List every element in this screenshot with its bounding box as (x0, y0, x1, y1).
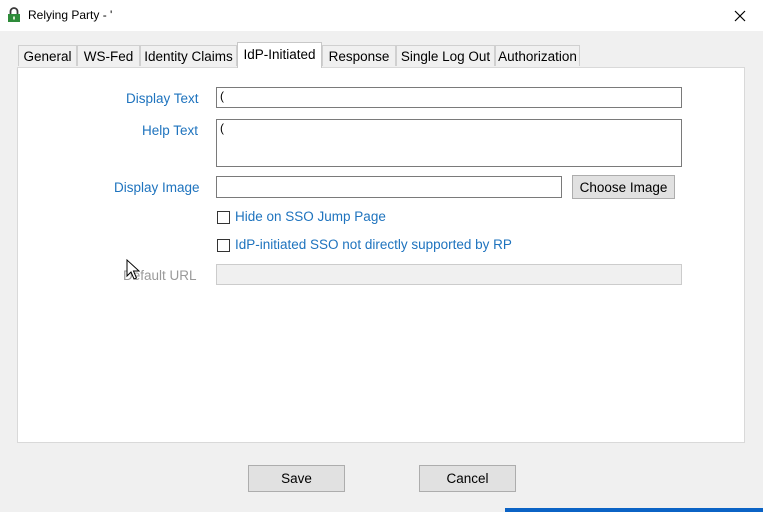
title-bar[interactable]: Relying Party - ' (0, 0, 763, 31)
tab-single-log-out[interactable]: Single Log Out (396, 45, 495, 66)
tab-ws-fed[interactable]: WS-Fed (77, 45, 140, 66)
default-url-input (216, 264, 682, 285)
lock-app-icon (8, 7, 20, 22)
tab-identity-claims[interactable]: Identity Claims (140, 45, 237, 66)
help-text-textarea[interactable]: ( (216, 119, 682, 167)
cancel-button[interactable]: Cancel (419, 465, 516, 492)
close-button[interactable] (717, 0, 763, 31)
display-text-input[interactable]: ( (216, 87, 682, 108)
hide-sso-label[interactable]: Hide on SSO Jump Page (235, 209, 386, 224)
idp-not-supported-label[interactable]: IdP-initiated SSO not directly supported… (235, 237, 512, 252)
display-text-label: Display Text (126, 91, 199, 106)
hide-sso-checkbox[interactable] (217, 211, 230, 224)
choose-image-button[interactable]: Choose Image (572, 175, 675, 199)
close-icon (734, 10, 746, 21)
tab-idp-initiated[interactable]: IdP-Initiated (237, 42, 322, 68)
save-button[interactable]: Save (248, 465, 345, 492)
relying-party-dialog: Relying Party - ' General WS-Fed Identit… (0, 0, 763, 512)
tab-authorization[interactable]: Authorization (495, 45, 580, 66)
taskbar-edge (505, 508, 763, 512)
idp-not-supported-checkbox[interactable] (217, 239, 230, 252)
help-text-label: Help Text (142, 123, 199, 138)
tab-general[interactable]: General (18, 45, 77, 66)
mouse-pointer-icon (126, 259, 140, 280)
tab-response[interactable]: Response (322, 45, 396, 66)
display-image-label: Display Image (114, 180, 200, 195)
display-image-input[interactable] (216, 176, 562, 198)
window-title: Relying Party - ' (28, 8, 113, 22)
